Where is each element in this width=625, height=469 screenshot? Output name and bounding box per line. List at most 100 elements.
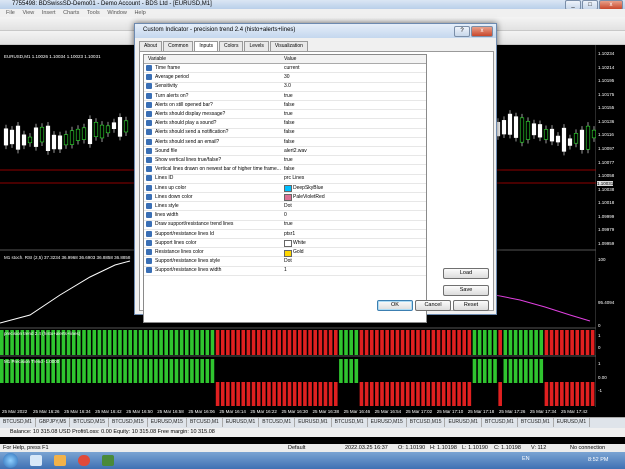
chart-tab[interactable]: BTCUSD,M1 [187, 418, 223, 427]
color-swatch[interactable] [284, 194, 292, 202]
input-value[interactable]: false [284, 120, 295, 126]
browser-icon[interactable] [78, 455, 90, 466]
dialog-close-button[interactable]: x [471, 26, 493, 37]
chart-tab[interactable]: EURUSD,M1 [295, 418, 332, 427]
input-value[interactable]: Dot [284, 258, 292, 264]
input-value[interactable]: false [284, 139, 295, 145]
input-row[interactable]: Alerts should play a sound? false [144, 119, 426, 129]
chart-tab[interactable]: EURUSD,M15 [148, 418, 187, 427]
input-value[interactable]: 1 [284, 267, 287, 273]
input-value[interactable]: false [284, 129, 295, 135]
reset-button[interactable]: Reset [453, 300, 489, 311]
input-value[interactable]: 0 [284, 212, 287, 218]
chart-tab[interactable]: BTCUSD,M15 [109, 418, 148, 427]
chart-tab[interactable]: BTCUSD,M15 [70, 418, 110, 427]
input-value[interactable]: current [284, 65, 300, 71]
menu-window[interactable]: Window [107, 10, 127, 16]
menu-charts[interactable]: Charts [63, 10, 79, 16]
input-row[interactable]: Alerts should display message? true [144, 110, 426, 120]
menu-insert[interactable]: Insert [42, 10, 56, 16]
candle-body [537, 124, 543, 138]
input-value[interactable]: true [284, 157, 293, 163]
chart-tab[interactable]: EURUSD,M1 [554, 418, 591, 427]
input-value[interactable]: PaleVioletRed [293, 194, 325, 200]
input-row[interactable]: Average period 30 [144, 73, 426, 83]
input-row[interactable]: Alerts should send an email? false [144, 138, 426, 147]
input-value[interactable]: White [293, 240, 306, 246]
tab-visualization[interactable]: Visualization [269, 41, 308, 51]
tab-common[interactable]: Common [163, 41, 194, 51]
input-value[interactable]: false [284, 166, 295, 172]
chart-tab[interactable]: GBPJPY,M5 [36, 418, 71, 427]
save-button[interactable]: Save [443, 285, 489, 296]
input-name: Lines down color [155, 193, 193, 200]
input-row[interactable]: Show vertical lines true/false? true [144, 156, 426, 166]
input-row[interactable]: Lines up color DeepSkyBlue [144, 184, 426, 193]
chart-tab[interactable]: EURUSD,M15 [368, 418, 407, 427]
input-value[interactable]: DeepSkyBlue [293, 185, 323, 191]
input-row[interactable]: Lines ID prc Lines [144, 174, 426, 184]
indicator-scale-label: 0 [598, 345, 601, 350]
input-row[interactable]: Alerts on still opened bar? false [144, 101, 426, 111]
input-value[interactable]: true [284, 111, 293, 117]
chart-tab[interactable]: EURUSD,M1 [445, 418, 482, 427]
menu-file[interactable]: File [6, 10, 15, 16]
input-row[interactable]: Support/resistance lines style Dot [144, 257, 426, 267]
folder-icon[interactable] [54, 455, 66, 466]
color-swatch[interactable] [284, 249, 292, 257]
load-button[interactable]: Load [443, 268, 489, 279]
input-row[interactable]: Vertical lines drawn on newest bar of hi… [144, 165, 426, 175]
input-row[interactable]: Turn alerts on? true [144, 92, 426, 101]
tab-about[interactable]: About [139, 41, 163, 51]
help-button[interactable]: ? [454, 26, 470, 37]
chart-tab[interactable]: BTCUSD,M15 [407, 418, 446, 427]
ok-button[interactable]: OK [377, 300, 413, 311]
clock[interactable]: 8:52 PM [588, 457, 608, 463]
input-value[interactable]: Gold [293, 249, 304, 255]
input-value[interactable]: 30 [284, 74, 290, 80]
time-tick-label: 25 Mar 16:54 [374, 409, 402, 414]
chart-tab[interactable]: EURUSD,M1 [223, 418, 260, 427]
menu-help[interactable]: Help [134, 10, 145, 16]
trend-bar [174, 359, 179, 383]
input-row[interactable]: Support/resistance lines Id ptsr1 [144, 230, 426, 239]
language-indicator[interactable]: EN [522, 456, 530, 462]
chart-tab[interactable]: BTCUSD,M1 [518, 418, 554, 427]
input-row[interactable]: Resistance lines color Gold [144, 248, 426, 258]
input-row[interactable]: Sound file alert2.wav [144, 147, 426, 157]
input-row[interactable]: Lines down color PaleVioletRed [144, 193, 426, 203]
chart-tab[interactable]: BTCUSD,M1 [482, 418, 518, 427]
input-value[interactable]: true [284, 93, 293, 99]
input-row[interactable]: lines width 0 [144, 211, 426, 221]
histogram-bar [174, 330, 179, 355]
color-swatch[interactable] [284, 185, 292, 193]
input-value[interactable]: true [284, 221, 293, 227]
input-row[interactable]: Sensitivity 3.0 [144, 82, 426, 92]
input-value[interactable]: 3.0 [284, 83, 291, 89]
terminal-app-icon[interactable] [102, 455, 114, 466]
input-row[interactable]: Support/resistance lines width 1 [144, 266, 426, 276]
input-row[interactable]: Alerts should send a notification? false [144, 128, 426, 138]
explorer-icon[interactable] [30, 455, 42, 466]
chart-tab[interactable]: BTCUSD,M1 [259, 418, 296, 427]
chart-tab[interactable]: BTCUSD,M1 [0, 418, 36, 427]
input-row[interactable]: Draw support/resistance trend lines true [144, 220, 426, 230]
input-value[interactable]: ptsr1 [284, 231, 295, 237]
input-row[interactable]: Support lines color White [144, 239, 426, 249]
input-value[interactable]: prc Lines [284, 175, 304, 181]
input-value[interactable]: Dot [284, 203, 292, 209]
start-button[interactable] [3, 453, 18, 468]
chart-tab[interactable]: BTCUSD,M1 [332, 418, 368, 427]
cancel-button[interactable]: Cancel [415, 300, 451, 311]
trend-bar [215, 382, 220, 406]
menu-view[interactable]: View [22, 10, 34, 16]
tab-levels[interactable]: Levels [244, 41, 269, 51]
input-value[interactable]: false [284, 102, 295, 108]
tab-colors[interactable]: Colors [219, 41, 244, 51]
input-row[interactable]: Time frame current [144, 64, 426, 74]
color-swatch[interactable] [284, 240, 292, 248]
input-value[interactable]: alert2.wav [284, 148, 307, 154]
input-row[interactable]: Lines style Dot [144, 202, 426, 212]
menu-tools[interactable]: Tools [87, 10, 100, 16]
inputs-grid[interactable]: Variable Value Time frame current Average … [143, 54, 427, 323]
